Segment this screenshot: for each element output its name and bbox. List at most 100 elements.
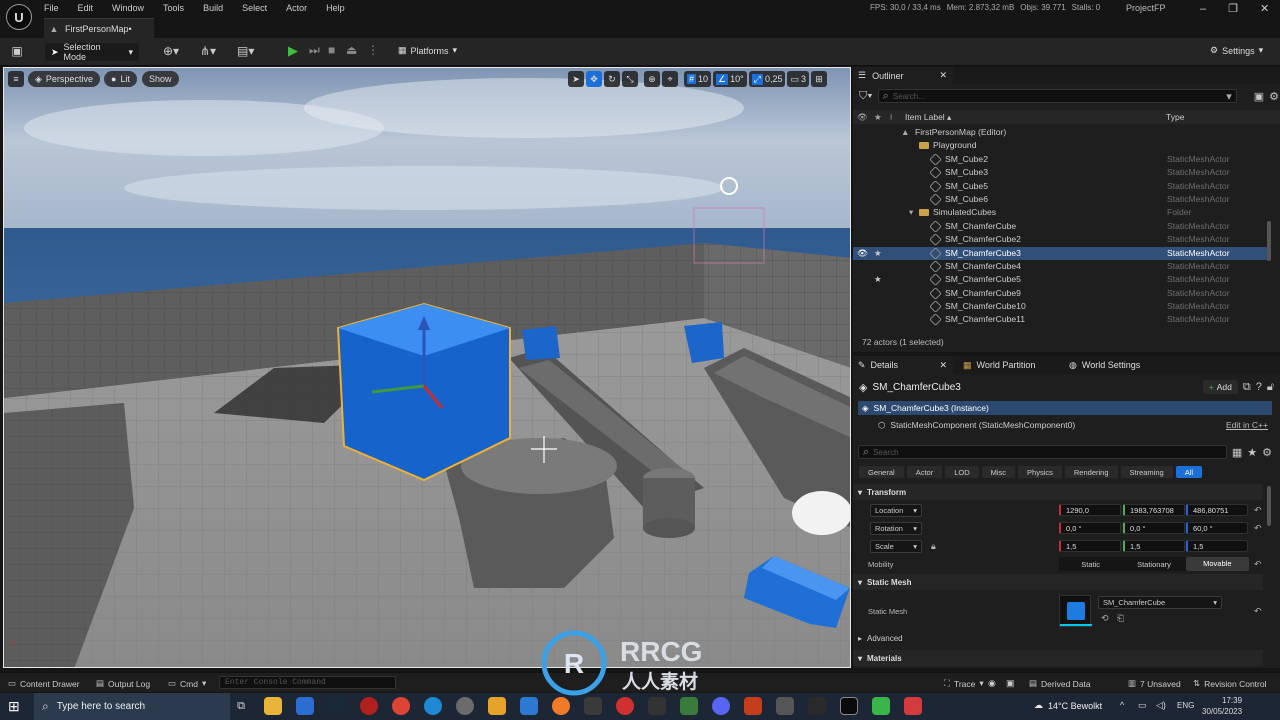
step-icon[interactable]: ⏭ <box>309 43 320 58</box>
platforms-button[interactable]: ▦ Platforms ▾ <box>398 45 457 56</box>
reset-icon[interactable]: ↶ <box>1254 559 1262 570</box>
location-x-field[interactable]: 1290,0 <box>1059 504 1121 516</box>
outliner-row[interactable]: Playground <box>853 139 1267 152</box>
close-tab-icon[interactable]: ✕ <box>939 70 947 81</box>
app-c-green-icon[interactable] <box>872 697 890 715</box>
mobility-stationary[interactable]: Stationary <box>1122 560 1185 569</box>
gear-icon[interactable]: ⚙ <box>1269 90 1279 103</box>
edge-icon[interactable] <box>424 697 442 715</box>
show-button[interactable]: Show <box>142 71 179 87</box>
blueprint-icon[interactable]: ⧉ <box>1243 381 1251 394</box>
rotation-x-field[interactable]: 0,0 ° <box>1059 522 1121 534</box>
console-input[interactable]: Enter Console Command <box>219 676 396 689</box>
menu-build[interactable]: Build <box>203 3 223 13</box>
record-icon[interactable]: ◉ <box>988 678 996 689</box>
outliner-row[interactable]: SM_ChamferCube2 StaticMeshActor <box>853 233 1267 246</box>
rotation-z-field[interactable]: 60,0 ° <box>1186 522 1248 534</box>
add-component-button[interactable]: + Add <box>1202 380 1238 394</box>
advanced-expander[interactable]: ▸ Advanced <box>858 634 903 643</box>
scale-snap-button[interactable]: ⤢ 0,25 <box>748 71 786 87</box>
app-c-red-icon[interactable] <box>904 697 922 715</box>
location-z-field[interactable]: 486,80751 <box>1186 504 1248 516</box>
mobility-movable[interactable]: Movable <box>1185 557 1249 571</box>
menu-tools[interactable]: Tools <box>163 3 184 13</box>
outliner-row[interactable]: ★ SM_ChamferCube5 StaticMeshActor <box>853 273 1267 287</box>
grid-snap-button[interactable]: #10 <box>684 71 712 87</box>
outliner-row[interactable]: SM_Cube2 StaticMeshActor <box>853 152 1267 166</box>
outliner-row[interactable]: SM_Cube5 StaticMeshActor <box>853 179 1267 193</box>
outliner-scrollbar[interactable] <box>1267 221 1271 261</box>
cyberduck-icon[interactable] <box>488 697 506 715</box>
screenshot-icon[interactable]: ▣ <box>1006 678 1015 689</box>
column-item-label[interactable]: Item Label ▴ <box>905 112 951 123</box>
select-tool-icon[interactable]: ➤ <box>568 71 584 87</box>
component-instance-row[interactable]: ◈ SM_ChamferCube3 (Instance) <box>858 401 1272 415</box>
chrome-icon[interactable] <box>392 697 410 715</box>
play-icon[interactable]: ▶ <box>288 43 298 59</box>
static-mesh-thumbnail[interactable] <box>1059 595 1092 627</box>
gear-icon[interactable]: ⚙ <box>1262 446 1272 459</box>
tab-world-settings[interactable]: ◍ World Settings <box>1063 360 1173 371</box>
add-actor-icon[interactable]: ⊕▾ <box>163 44 179 58</box>
favorite-column-icon[interactable]: ★ <box>874 112 882 123</box>
outliner-row[interactable]: SM_ChamferCube9 StaticMeshActor <box>853 286 1267 300</box>
blueprint-icon[interactable]: ⋔▾ <box>200 44 216 58</box>
visibility-column-icon[interactable]: 👁 <box>857 112 868 123</box>
perspective-button[interactable]: ◈ Perspective <box>28 71 100 87</box>
outliner-row[interactable]: 👁 ★ SM_ChamferCube3 StaticMeshActor <box>853 246 1267 260</box>
viewport-menu-icon[interactable]: ≡ <box>8 71 24 87</box>
menu-select[interactable]: Select <box>242 3 267 13</box>
rotate-tool-icon[interactable]: ↻ <box>604 71 620 87</box>
windows-start-icon[interactable]: ⊞ <box>8 698 20 715</box>
rotation-y-field[interactable]: 0,0 ° <box>1123 522 1185 534</box>
outliner-row[interactable]: SM_Cube6 StaticMeshActor <box>853 193 1267 206</box>
outliner-row[interactable]: SM_Cube3 StaticMeshActor <box>853 166 1267 180</box>
static-mesh-category[interactable]: ▾ Static Mesh <box>853 574 1263 590</box>
component-row[interactable]: ⬡ StaticMeshComponent (StaticMeshCompone… <box>858 418 1272 432</box>
details-search-input[interactable]: ⌕ Search <box>858 445 1227 459</box>
lock-icon[interactable]: 🔓︎ <box>1267 381 1274 394</box>
reset-icon[interactable]: ↶ <box>1254 523 1262 534</box>
add-folder-icon[interactable]: ▣ <box>1254 90 1264 103</box>
app-green-icon[interactable] <box>680 697 698 715</box>
unreal-taskbar-icon[interactable] <box>840 697 858 715</box>
menu-file[interactable]: File <box>44 3 59 13</box>
mail-icon[interactable] <box>296 697 314 715</box>
rotation-snap-button[interactable]: ∠ 10° <box>713 71 747 87</box>
translate-tool-icon[interactable]: ✥ <box>586 71 602 87</box>
tab-outliner[interactable]: ☰ Outliner ✕ <box>853 67 953 84</box>
eject-icon[interactable]: ⏏ <box>346 43 357 57</box>
tray-chevron-icon[interactable]: ^ <box>1120 700 1124 710</box>
cmd-dropdown[interactable]: ▭ Cmd ▾ <box>168 678 206 689</box>
filter-actor[interactable]: Actor <box>906 466 943 478</box>
outliner-row[interactable]: SM_ChamferCube10 StaticMeshActor <box>853 300 1267 313</box>
location-y-field[interactable]: 1983,763708 <box>1123 504 1185 516</box>
tab-world-partition[interactable]: ▦ World Partition <box>953 360 1063 371</box>
outliner-search-input[interactable]: ⌕ Search... ▾ <box>877 89 1237 103</box>
language-indicator[interactable]: ENG <box>1177 701 1194 710</box>
settings-button[interactable]: ⚙ Settings ▾ <box>1210 45 1263 56</box>
revision-control-button[interactable]: ⇅ Revision Control <box>1193 678 1267 689</box>
epic-games-icon[interactable] <box>648 697 666 715</box>
outliner-row[interactable]: SM_ChamferCube StaticMeshActor <box>853 219 1267 233</box>
filter-all[interactable]: All <box>1175 466 1203 478</box>
edit-cpp-link[interactable]: Edit in C++ <box>1226 420 1268 430</box>
app-blue-icon[interactable] <box>520 697 538 715</box>
mobility-static[interactable]: Static <box>1059 560 1122 569</box>
filter-rendering[interactable]: Rendering <box>1064 466 1118 478</box>
materials-category[interactable]: ▾ Materials <box>853 650 1263 666</box>
minimize-icon[interactable]: – <box>1200 3 1206 15</box>
discord-icon[interactable] <box>712 697 730 715</box>
favorite-icon[interactable]: ★ <box>1247 446 1257 459</box>
menu-help[interactable]: Help <box>326 3 345 13</box>
save-icon[interactable]: ▣ <box>10 44 24 58</box>
derived-data-button[interactable]: ▤ Derived Data <box>1029 678 1091 689</box>
favorite-star-icon[interactable]: ★ <box>874 274 882 285</box>
more-options-icon[interactable]: ⋮ <box>367 43 379 57</box>
maximize-viewport-icon[interactable]: ⊞ <box>811 71 827 87</box>
filter-physics[interactable]: Physics <box>1018 466 1062 478</box>
menu-actor[interactable]: Actor <box>286 3 307 13</box>
help-icon[interactable]: ? <box>1256 381 1262 393</box>
tab-firstpersonmap[interactable]: ▲ FirstPersonMap• <box>44 18 154 38</box>
lock-ratio-icon[interactable]: 🔒︎ <box>931 541 936 552</box>
